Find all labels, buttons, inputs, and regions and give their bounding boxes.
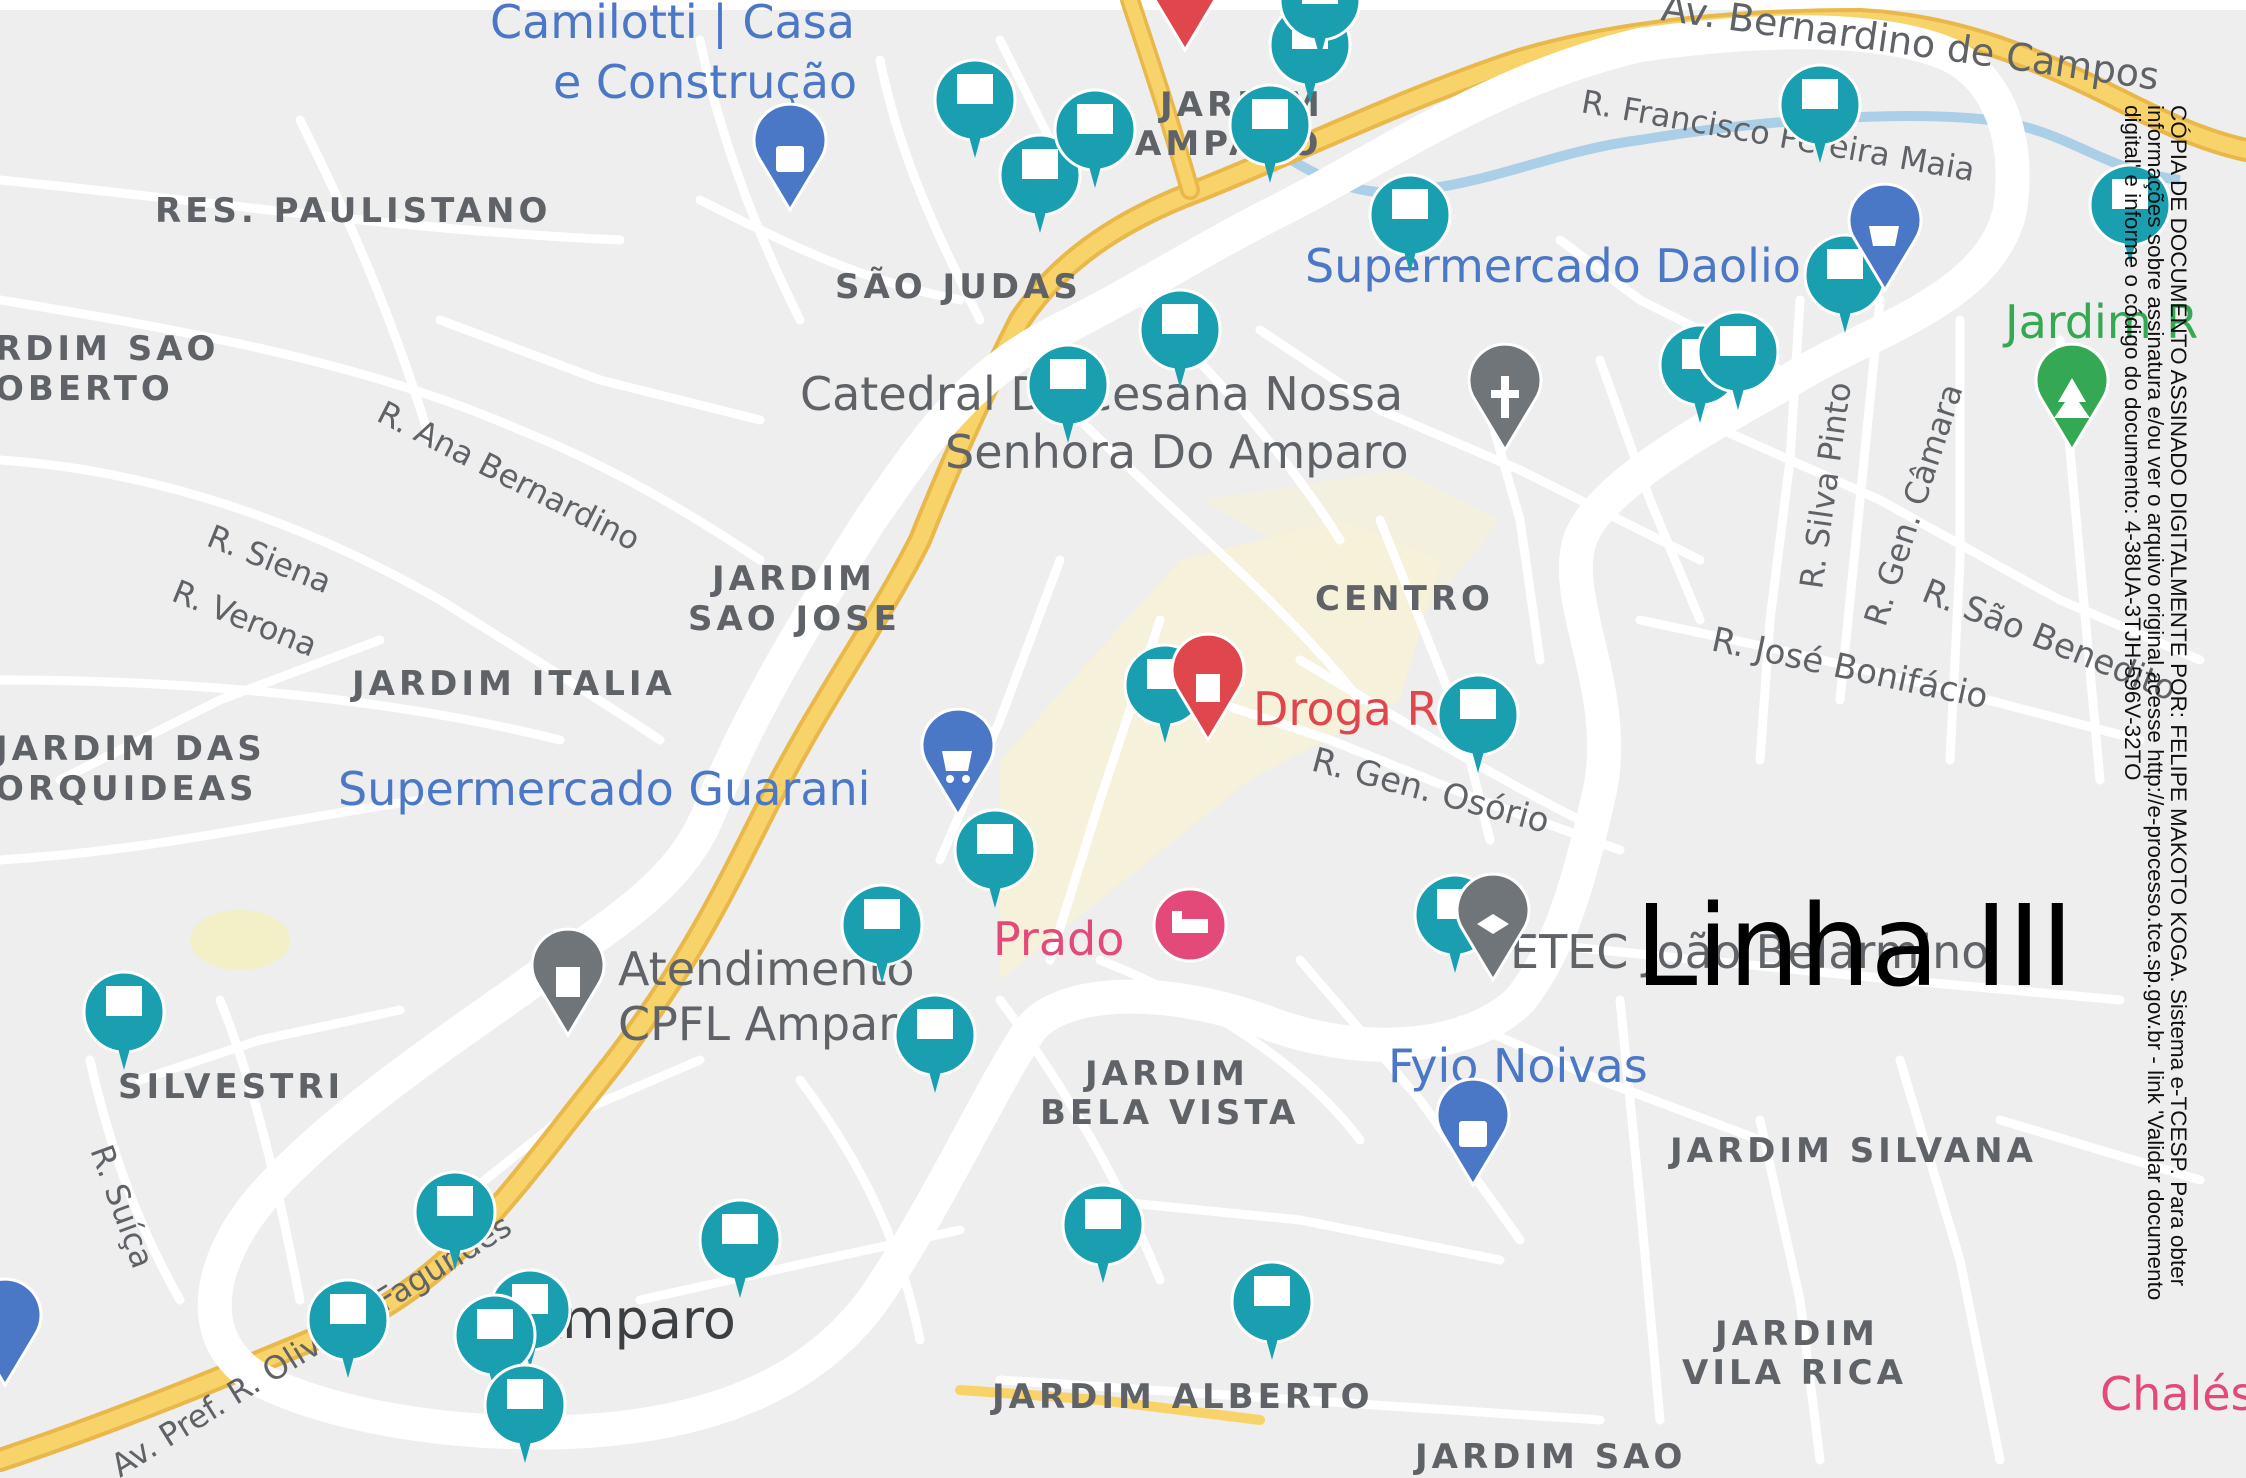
label-res-paulistano: RES. PAULISTANO [155, 191, 551, 231]
label-supermercado-daolio: Supermercado Daolio [1305, 239, 1801, 293]
label-jardim-das-orquideas-1: JARDIM DAS [0, 729, 266, 769]
park-area [190, 910, 290, 970]
watermark-line-2: informações sobre assinatura e/ou ver o … [2143, 105, 2168, 1301]
label-centro: CENTRO [1315, 579, 1494, 619]
label-jardim-bela-vista-2: BELA VISTA [1040, 1093, 1299, 1133]
label-sao-judas: SÃO JUDAS [835, 266, 1082, 307]
watermark-line-3: digital' e informe o código do documento… [2120, 105, 2145, 781]
label-jardim-vila-rica-2: VILA RICA [1682, 1353, 1907, 1393]
label-catedral-2: Senhora Do Amparo [945, 425, 1409, 479]
label-jardim-sao-roberto-1: RDIM SAO [0, 329, 219, 369]
watermark-line-1: CÓPIA DE DOCUMENTO ASSINADO DIGITALMENTE… [2166, 105, 2191, 1287]
label-jardim-sao-roberto-2: OBERTO [0, 369, 174, 409]
label-supermercado-guarani: Supermercado Guarani [338, 762, 870, 816]
label-silvestri: SILVESTRI [118, 1067, 344, 1107]
label-jardim-sao-bottom: JARDIM SAO [1413, 1437, 1686, 1477]
label-jardim-alberto: JARDIM ALBERTO [990, 1377, 1374, 1417]
signature-watermark: CÓPIA DE DOCUMENTO ASSINADO DIGITALMENTE… [2120, 105, 2191, 1435]
label-fyio-noivas: Fyio Noivas [1388, 1039, 1648, 1093]
label-camilotti-2: e Construção [553, 55, 857, 109]
map-view[interactable]: RES. PAULISTANO SÃO JUDAS RDIM SAO OBERT… [0, 0, 2246, 1478]
label-jardim-italia: JARDIM ITALIA [350, 664, 676, 704]
route-annotation-label: Linha III [1635, 882, 2074, 1012]
label-droga-raia: Droga R [1253, 682, 1438, 736]
label-jardim-sao-jose-1: JARDIM [710, 559, 876, 599]
hotel-marker[interactable] [1152, 887, 1228, 963]
label-jardim-silvana: JARDIM SILVANA [1668, 1131, 2037, 1171]
label-jardim-das-orquideas-2: ORQUIDEAS [0, 769, 258, 809]
label-jardim-bela-vista-1: JARDIM [1083, 1054, 1249, 1094]
label-prado: Prado [993, 912, 1124, 966]
label-camilotti-1: Camilotti | Casa [490, 0, 855, 50]
label-jardim-vila-rica-1: JARDIM [1713, 1314, 1879, 1354]
label-cpfl-2: CPFL Amparo [618, 997, 924, 1051]
label-jardim-sao-jose-2: SAO JOSE [688, 599, 901, 639]
